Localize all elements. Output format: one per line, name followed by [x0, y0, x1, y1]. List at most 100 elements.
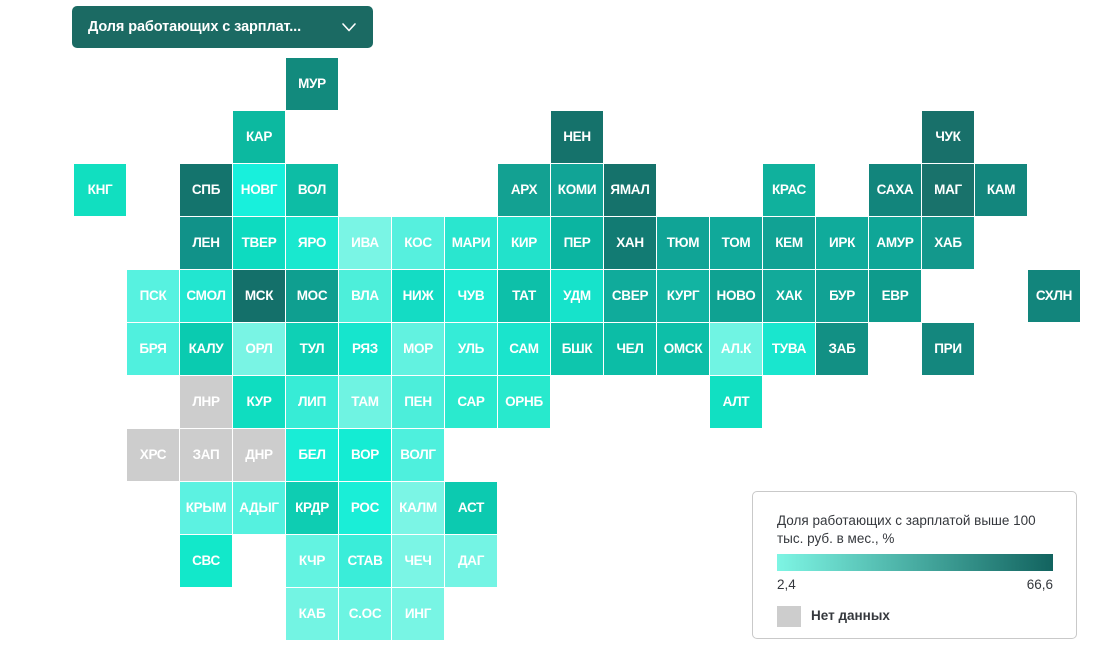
- map-tile[interactable]: ИНГ: [392, 588, 444, 640]
- map-tile[interactable]: НЕН: [551, 111, 603, 163]
- map-tile[interactable]: КНГ: [74, 164, 126, 216]
- map-tile-label: МАГ: [934, 182, 962, 198]
- map-tile[interactable]: МОР: [392, 323, 444, 375]
- map-tile[interactable]: БЕЛ: [286, 429, 338, 481]
- map-tile[interactable]: КАР: [233, 111, 285, 163]
- map-tile[interactable]: МОС: [286, 270, 338, 322]
- map-tile[interactable]: АЛТ: [710, 376, 762, 428]
- map-tile[interactable]: ВОЛГ: [392, 429, 444, 481]
- map-tile-label: СХЛН: [1035, 288, 1073, 304]
- map-tile[interactable]: ТУВА: [763, 323, 815, 375]
- map-tile[interactable]: МУР: [286, 58, 338, 110]
- map-tile[interactable]: ПЕР: [551, 217, 603, 269]
- legend-nodata-swatch: [777, 606, 801, 627]
- map-tile[interactable]: МСК: [233, 270, 285, 322]
- map-tile[interactable]: МАГ: [922, 164, 974, 216]
- map-tile[interactable]: ЛИП: [286, 376, 338, 428]
- map-legend: Доля работающих с зарплатой выше 100 тыс…: [752, 491, 1077, 639]
- map-tile[interactable]: УДМ: [551, 270, 603, 322]
- map-tile[interactable]: ЧЕЛ: [604, 323, 656, 375]
- map-tile[interactable]: ХАН: [604, 217, 656, 269]
- map-tile[interactable]: САР: [445, 376, 497, 428]
- map-tile[interactable]: ЧУК: [922, 111, 974, 163]
- map-tile[interactable]: ЧЕЧ: [392, 535, 444, 587]
- map-tile-label: ЧЕЛ: [616, 341, 644, 357]
- map-tile[interactable]: КРЫМ: [180, 482, 232, 534]
- map-tile[interactable]: СХЛН: [1028, 270, 1080, 322]
- map-tile[interactable]: АРХ: [498, 164, 550, 216]
- map-tile[interactable]: ДАГ: [445, 535, 497, 587]
- map-tile-label: АМУР: [876, 235, 914, 251]
- map-tile-label: ЯМАЛ: [610, 182, 650, 198]
- map-tile[interactable]: КЕМ: [763, 217, 815, 269]
- map-tile[interactable]: НИЖ: [392, 270, 444, 322]
- map-tile[interactable]: КРДР: [286, 482, 338, 534]
- map-tile[interactable]: РОС: [339, 482, 391, 534]
- map-tile[interactable]: ДНР: [233, 429, 285, 481]
- map-tile[interactable]: ЯМАЛ: [604, 164, 656, 216]
- legend-title: Доля работающих с зарплатой выше 100 тыс…: [777, 513, 1036, 547]
- map-tile[interactable]: АЛ.К: [710, 323, 762, 375]
- map-tile[interactable]: САХА: [869, 164, 921, 216]
- map-tile[interactable]: ОМСК: [657, 323, 709, 375]
- map-tile[interactable]: С.ОС: [339, 588, 391, 640]
- map-tile[interactable]: ПРИ: [922, 323, 974, 375]
- map-tile[interactable]: МАРИ: [445, 217, 497, 269]
- map-tile[interactable]: КОМИ: [551, 164, 603, 216]
- map-tile[interactable]: ТОМ: [710, 217, 762, 269]
- map-tile[interactable]: ОРЛ: [233, 323, 285, 375]
- map-tile[interactable]: БШК: [551, 323, 603, 375]
- map-tile[interactable]: ЧУВ: [445, 270, 497, 322]
- map-tile[interactable]: САМ: [498, 323, 550, 375]
- map-tile[interactable]: ТВЕР: [233, 217, 285, 269]
- map-tile[interactable]: ТУЛ: [286, 323, 338, 375]
- map-tile[interactable]: СВЕР: [604, 270, 656, 322]
- map-tile[interactable]: БРЯ: [127, 323, 179, 375]
- map-tile[interactable]: ВОР: [339, 429, 391, 481]
- map-tile[interactable]: СМОЛ: [180, 270, 232, 322]
- map-tile[interactable]: ТАТ: [498, 270, 550, 322]
- map-tile[interactable]: СТАВ: [339, 535, 391, 587]
- map-tile[interactable]: АСТ: [445, 482, 497, 534]
- map-tile[interactable]: ХАК: [763, 270, 815, 322]
- map-tile[interactable]: КАБ: [286, 588, 338, 640]
- map-tile[interactable]: ЗАП: [180, 429, 232, 481]
- map-tile[interactable]: НОВО: [710, 270, 762, 322]
- map-tile[interactable]: ЕВР: [869, 270, 921, 322]
- map-tile[interactable]: АМУР: [869, 217, 921, 269]
- map-tile[interactable]: КАЛМ: [392, 482, 444, 534]
- map-tile[interactable]: ЗАБ: [816, 323, 868, 375]
- map-tile[interactable]: ЯРО: [286, 217, 338, 269]
- map-tile[interactable]: ТЮМ: [657, 217, 709, 269]
- map-tile[interactable]: СВС: [180, 535, 232, 587]
- map-tile[interactable]: ИРК: [816, 217, 868, 269]
- map-tile[interactable]: ВЛА: [339, 270, 391, 322]
- map-tile[interactable]: ХАБ: [922, 217, 974, 269]
- map-tile[interactable]: НОВГ: [233, 164, 285, 216]
- map-tile[interactable]: КЧР: [286, 535, 338, 587]
- map-tile[interactable]: СПБ: [180, 164, 232, 216]
- map-tile[interactable]: РЯЗ: [339, 323, 391, 375]
- map-tile[interactable]: КАЛУ: [180, 323, 232, 375]
- map-tile[interactable]: ВОЛ: [286, 164, 338, 216]
- map-tile-label: ВОР: [350, 447, 380, 463]
- map-tile[interactable]: ТАМ: [339, 376, 391, 428]
- map-tile[interactable]: ИВА: [339, 217, 391, 269]
- map-tile[interactable]: КРАС: [763, 164, 815, 216]
- map-tile[interactable]: БУР: [816, 270, 868, 322]
- map-tile[interactable]: ХРС: [127, 429, 179, 481]
- map-tile-label: КНГ: [87, 182, 113, 198]
- map-tile[interactable]: ПСК: [127, 270, 179, 322]
- map-tile[interactable]: ЛЕН: [180, 217, 232, 269]
- map-tile[interactable]: КИР: [498, 217, 550, 269]
- map-tile[interactable]: ОРНБ: [498, 376, 550, 428]
- map-tile[interactable]: КУР: [233, 376, 285, 428]
- map-tile-label: БШК: [561, 341, 593, 357]
- map-tile[interactable]: ПЕН: [392, 376, 444, 428]
- map-tile[interactable]: КОС: [392, 217, 444, 269]
- map-tile[interactable]: КУРГ: [657, 270, 709, 322]
- map-tile[interactable]: УЛЬ: [445, 323, 497, 375]
- map-tile[interactable]: ЛНР: [180, 376, 232, 428]
- map-tile[interactable]: АДЫГ: [233, 482, 285, 534]
- map-tile[interactable]: КАМ: [975, 164, 1027, 216]
